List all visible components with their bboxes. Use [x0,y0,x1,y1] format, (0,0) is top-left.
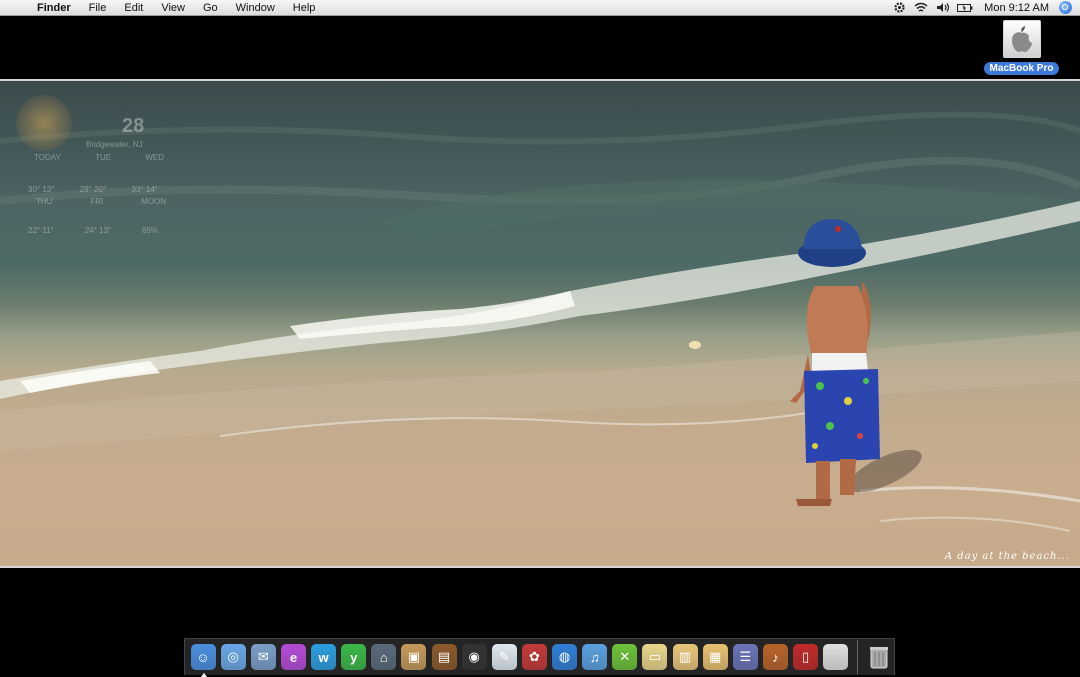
spreadsheet-icon[interactable]: ☰ [732,644,758,670]
weather-temp: 33° 14° [131,185,158,194]
weather-temp: 65% [141,226,158,235]
drive-label[interactable]: MacBook Pro [983,62,1060,75]
weather-day: TUE [95,153,112,162]
sun-icon [16,95,72,151]
weather-widget[interactable]: 28 Bridgewater, NJ TODAY TUE WED 30° 13°… [16,95,176,235]
menu-view[interactable]: View [152,0,194,16]
dock-separator [856,640,858,674]
menu-edit[interactable]: Edit [115,0,152,16]
menu-finder[interactable]: Finder [28,0,80,16]
network-icon[interactable]: ⌂ [371,644,397,670]
weather-row-2: 22° 11° 24° 13° 65% [28,226,158,235]
popcorn-icon[interactable]: ▥ [672,644,698,670]
weather-current-temp: 28 [122,115,145,137]
weather-temp: 28° 20° [79,185,107,194]
desktop-wallpaper: 28 Bridgewater, NJ TODAY TUE WED 30° 13°… [0,79,1080,568]
itunes-icon[interactable]: ♫ [582,644,608,670]
quill-icon[interactable]: ✎ [491,644,517,670]
weather-day: THU [36,197,53,206]
guitar-icon[interactable]: ♪ [762,644,788,670]
menu-clock[interactable]: Mon 9:12 AM [976,2,1057,14]
weather-day: MOON [141,197,166,206]
notepad-icon[interactable]: ▦ [702,644,728,670]
menu-window[interactable]: Window [227,0,284,16]
photobooth-icon[interactable]: ▤ [431,644,457,670]
weather-temp: 30° 13° [28,185,55,194]
mail-icon[interactable]: ✉ [250,644,276,670]
toaster-icon[interactable]: ▭ [642,644,668,670]
flower-icon[interactable]: ✿ [521,644,547,670]
menu-bar: Finder File Edit View Go Window Help Mon… [0,0,1080,16]
weather-location: Bridgewater, NJ [86,140,143,149]
camera-icon[interactable]: ◉ [461,644,487,670]
app-e-icon[interactable]: e [280,644,306,670]
book-icon[interactable]: ▯ [793,644,819,670]
weather-row-1: 30° 13° 28° 20° 33° 14° [28,185,158,194]
finder-icon[interactable]: ☺ [190,644,216,677]
menu-go[interactable]: Go [194,0,227,16]
weather-day: FRI [90,197,104,206]
wallpaper-caption: A day at the beach... [944,551,1070,562]
iphoto-icon[interactable]: ▣ [401,644,427,670]
weather-day-labels: TODAY TUE WED [34,153,164,162]
wifi-icon[interactable] [910,2,932,13]
app-y-icon[interactable]: y [341,644,367,670]
weather-temp: 24° 13° [84,226,112,235]
apple-icon[interactable] [823,644,849,670]
hard-drive-icon[interactable] [1002,20,1041,58]
menu-help[interactable]: Help [284,0,325,16]
running-indicator [200,673,207,677]
menu-file[interactable]: File [80,0,116,16]
weather-temp: 22° 11° [28,226,54,235]
desktop-drive[interactable]: MacBook Pro [979,20,1064,76]
volume-icon[interactable] [932,2,954,13]
xbox-icon[interactable]: ✕ [612,644,638,670]
weather-day-labels-2: THU FRI MOON [36,197,166,206]
battery-icon[interactable] [954,3,976,13]
weather-day: WED [145,153,164,162]
gear-icon[interactable] [888,1,910,14]
trash-icon[interactable] [866,644,891,670]
spotlight-search-icon[interactable] [1059,1,1072,14]
app-w-icon[interactable]: w [311,644,337,670]
dvd-icon[interactable]: ◍ [552,644,578,670]
dock: ☺ ◎ ✉ e w y ⌂ ▣ ▤ ◉ ✎ ✿ ◍ ♫ ✕ ▭ ▥ ▦ ☰ ♪ ▯ [184,638,895,677]
drive-label-text: MacBook Pro [989,63,1054,74]
safari-icon[interactable]: ◎ [220,644,246,670]
weather-day: TODAY [34,153,61,162]
